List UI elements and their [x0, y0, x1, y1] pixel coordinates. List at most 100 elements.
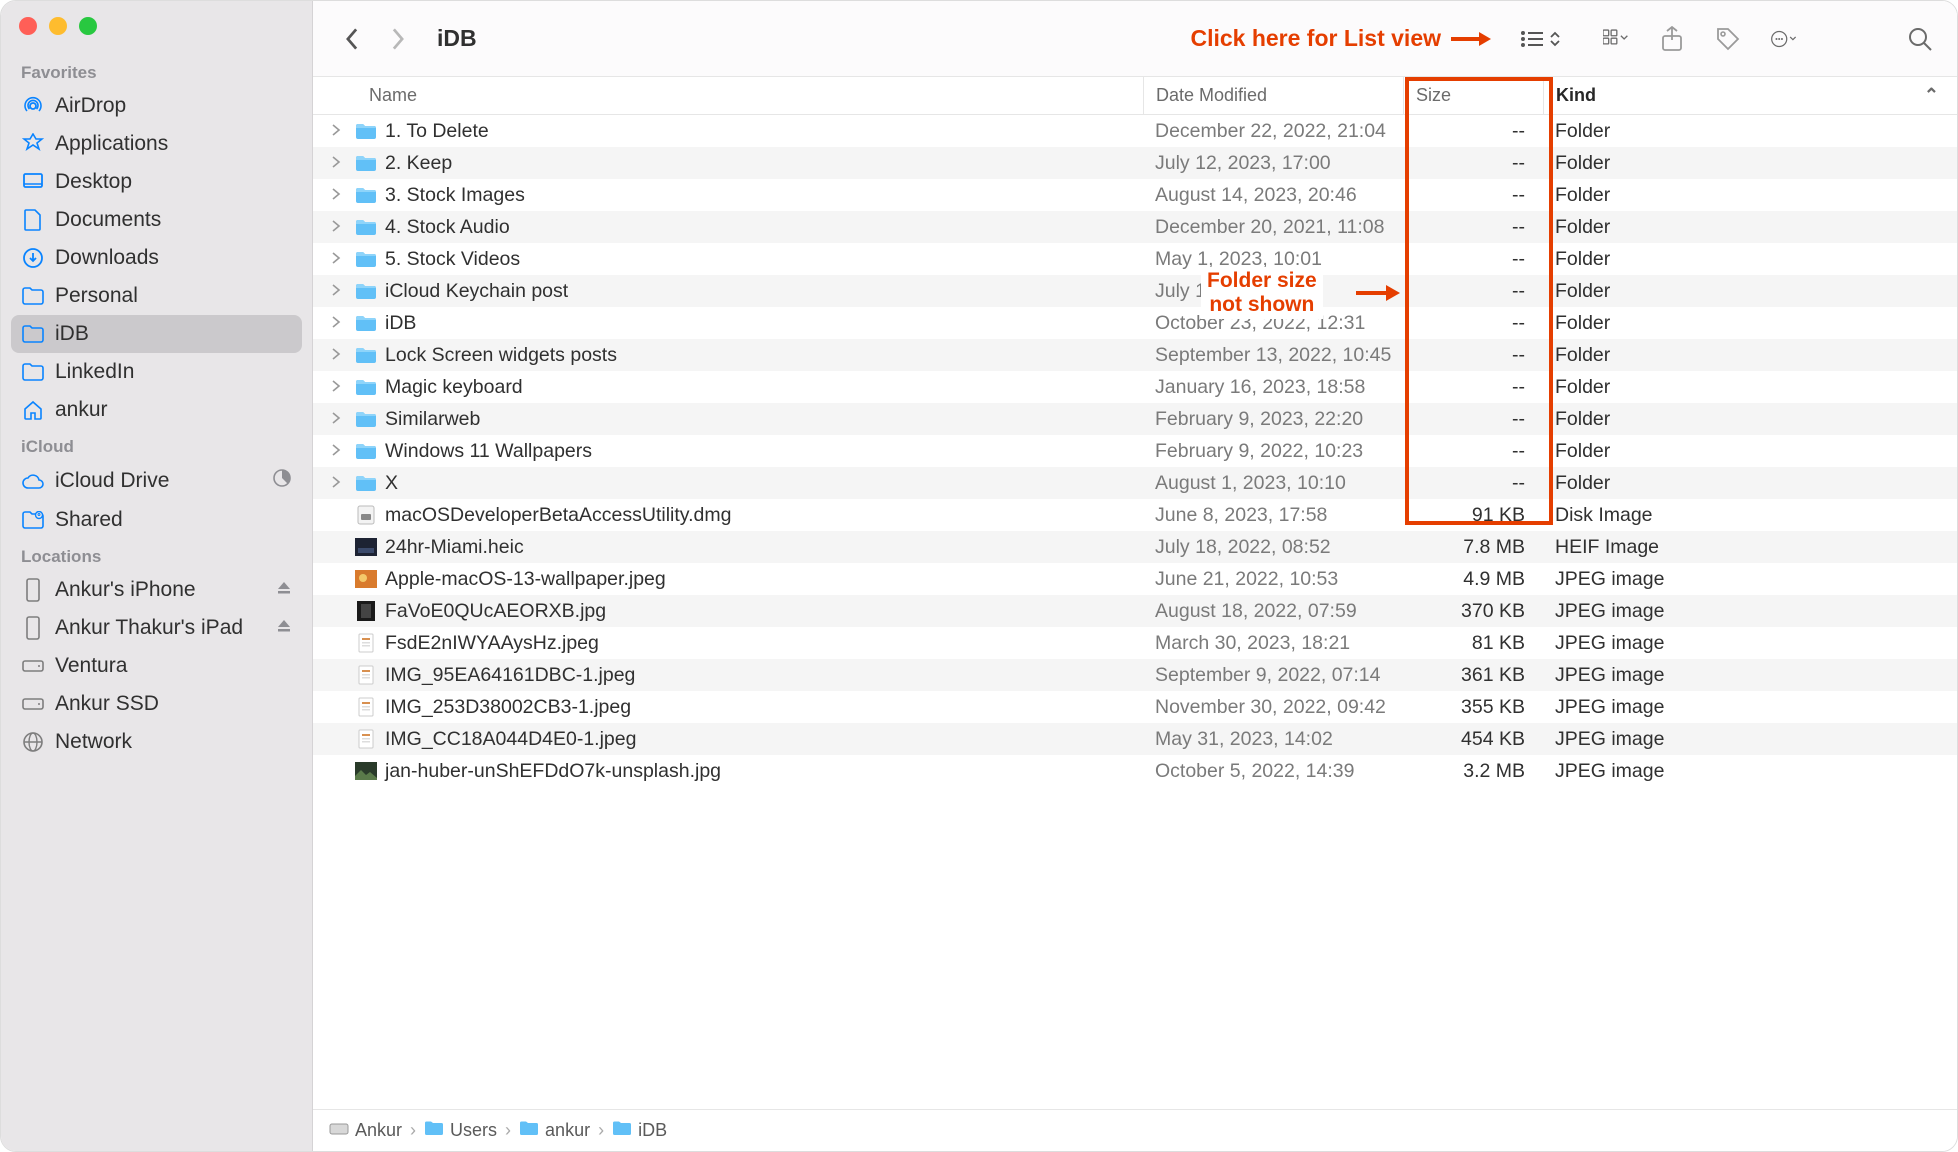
file-kind: Folder [1543, 184, 1957, 207]
disclosure-icon[interactable] [331, 251, 347, 267]
sort-indicator-icon: ⌃ [1924, 85, 1939, 106]
disclosure-icon[interactable] [331, 475, 347, 491]
disclosure-icon[interactable] [331, 315, 347, 331]
table-row[interactable]: IMG_95EA64161DBC-1.jpegSeptember 9, 2022… [313, 659, 1957, 691]
table-row[interactable]: jan-huber-unShEFDdO7k-unsplash.jpgOctobe… [313, 755, 1957, 787]
sidebar-item-ankur-s-iphone[interactable]: Ankur's iPhone [11, 571, 302, 609]
sidebar-item-icloud-drive[interactable]: iCloud Drive [11, 461, 302, 501]
table-row[interactable]: macOSDeveloperBetaAccessUtility.dmgJune … [313, 499, 1957, 531]
breadcrumb[interactable]: Users [424, 1120, 497, 1141]
table-row[interactable]: FsdE2nIWYAAysHz.jpegMarch 30, 2023, 18:2… [313, 627, 1957, 659]
table-row[interactable]: Apple-macOS-13-wallpaper.jpegJune 21, 20… [313, 563, 1957, 595]
file-kind: Folder [1543, 248, 1957, 271]
sidebar-item-label: Shared [55, 508, 123, 532]
disclosure-icon[interactable] [331, 379, 347, 395]
file-size: 361 KB [1403, 664, 1543, 687]
disclosure-icon[interactable] [331, 347, 347, 363]
breadcrumb-separator: › [410, 1120, 416, 1141]
file-name: IMG_CC18A044D4E0-1.jpeg [385, 728, 636, 751]
table-row[interactable]: 24hr-Miami.heicJuly 18, 2022, 08:527.8 M… [313, 531, 1957, 563]
sidebar-item-airdrop[interactable]: AirDrop [11, 87, 302, 125]
disk-icon [329, 1120, 349, 1141]
sidebar: FavoritesAirDropApplicationsDesktopDocum… [1, 1, 313, 1151]
more-button[interactable] [1771, 26, 1797, 52]
file-kind: Folder [1543, 120, 1957, 143]
eject-icon[interactable] [276, 578, 292, 602]
header-size[interactable]: Size [1403, 77, 1543, 114]
table-row[interactable]: IMG_253D38002CB3-1.jpegNovember 30, 2022… [313, 691, 1957, 723]
table-row[interactable]: Magic keyboardJanuary 16, 2023, 18:58--F… [313, 371, 1957, 403]
sidebar-item-label: Downloads [55, 246, 159, 270]
group-button[interactable] [1603, 26, 1629, 52]
file-kind: JPEG image [1543, 632, 1957, 655]
sidebar-item-linkedin[interactable]: LinkedIn [11, 353, 302, 391]
doc-icon [355, 664, 377, 686]
back-button[interactable] [337, 24, 367, 54]
file-size: -- [1403, 120, 1543, 143]
file-kind: JPEG image [1543, 696, 1957, 719]
disclosure-icon[interactable] [331, 411, 347, 427]
minimize-button[interactable] [49, 17, 67, 35]
table-row[interactable]: 4. Stock AudioDecember 20, 2021, 11:08--… [313, 211, 1957, 243]
eject-icon[interactable] [276, 616, 292, 640]
network-icon [21, 730, 45, 754]
sidebar-item-ankur-ssd[interactable]: Ankur SSD [11, 685, 302, 723]
file-size: -- [1403, 440, 1543, 463]
icloud-usage-icon [272, 468, 292, 494]
sidebar-item-downloads[interactable]: Downloads [11, 239, 302, 277]
disclosure-icon[interactable] [331, 283, 347, 299]
list-view-button[interactable] [1519, 29, 1561, 49]
table-row[interactable]: iCloud Keychain postJuly 1--Folder [313, 275, 1957, 307]
close-button[interactable] [19, 17, 37, 35]
folder-icon [355, 344, 377, 366]
file-size: 454 KB [1403, 728, 1543, 751]
sidebar-item-applications[interactable]: Applications [11, 125, 302, 163]
table-row[interactable]: 5. Stock VideosMay 1, 2023, 10:01--Folde… [313, 243, 1957, 275]
sidebar-item-documents[interactable]: Documents [11, 201, 302, 239]
table-row[interactable]: SimilarwebFebruary 9, 2023, 22:20--Folde… [313, 403, 1957, 435]
disclosure-icon[interactable] [331, 443, 347, 459]
disclosure-icon[interactable] [331, 187, 347, 203]
forward-button[interactable] [383, 24, 413, 54]
breadcrumb[interactable]: Ankur [329, 1120, 402, 1141]
table-row[interactable]: FaVoE0QUcAEORXB.jpgAugust 18, 2022, 07:5… [313, 595, 1957, 627]
sidebar-item-idb[interactable]: iDB [11, 315, 302, 353]
file-date: December 20, 2021, 11:08 [1143, 216, 1403, 239]
header-kind[interactable]: Kind⌃ [1543, 77, 1957, 114]
table-row[interactable]: iDBOctober 23, 2022, 12:31--Folder [313, 307, 1957, 339]
dmg-icon [355, 504, 377, 526]
breadcrumb[interactable]: ankur [519, 1120, 590, 1141]
sidebar-item-network[interactable]: Network [11, 723, 302, 761]
sidebar-item-ventura[interactable]: Ventura [11, 647, 302, 685]
disclosure-icon[interactable] [331, 155, 347, 171]
disk-icon [21, 692, 45, 716]
file-size: 7.8 MB [1403, 536, 1543, 559]
sidebar-item-desktop[interactable]: Desktop [11, 163, 302, 201]
tag-button[interactable] [1715, 26, 1741, 52]
sidebar-item-label: Network [55, 730, 132, 754]
table-row[interactable]: 2. KeepJuly 12, 2023, 17:00--Folder [313, 147, 1957, 179]
fullscreen-button[interactable] [79, 17, 97, 35]
file-date: February 9, 2022, 10:23 [1143, 440, 1403, 463]
table-row[interactable]: Lock Screen widgets postsSeptember 13, 2… [313, 339, 1957, 371]
header-date[interactable]: Date Modified [1143, 77, 1403, 114]
disclosure-icon[interactable] [331, 219, 347, 235]
table-row[interactable]: 3. Stock ImagesAugust 14, 2023, 20:46--F… [313, 179, 1957, 211]
disk-icon [21, 654, 45, 678]
sidebar-item-ankur[interactable]: ankur [11, 391, 302, 429]
table-row[interactable]: IMG_CC18A044D4E0-1.jpegMay 31, 2023, 14:… [313, 723, 1957, 755]
disclosure-icon[interactable] [331, 123, 347, 139]
table-row[interactable]: Windows 11 Wallpapers February 9, 2022, 1… [313, 435, 1957, 467]
file-size: 370 KB [1403, 600, 1543, 623]
table-row[interactable]: XAugust 1, 2023, 10:10--Folder [313, 467, 1957, 499]
file-name: Windows 11 Wallpapers [385, 440, 592, 463]
table-row[interactable]: 1. To DeleteDecember 22, 2022, 21:04--Fo… [313, 115, 1957, 147]
breadcrumb[interactable]: iDB [612, 1120, 667, 1141]
header-name[interactable]: Name [313, 85, 1143, 106]
share-button[interactable] [1659, 26, 1685, 52]
folder-icon [519, 1120, 539, 1141]
sidebar-item-ankur-thakur-s-ipad[interactable]: Ankur Thakur's iPad [11, 609, 302, 647]
sidebar-item-personal[interactable]: Personal [11, 277, 302, 315]
sidebar-item-shared[interactable]: Shared [11, 501, 302, 539]
search-button[interactable] [1907, 26, 1933, 52]
